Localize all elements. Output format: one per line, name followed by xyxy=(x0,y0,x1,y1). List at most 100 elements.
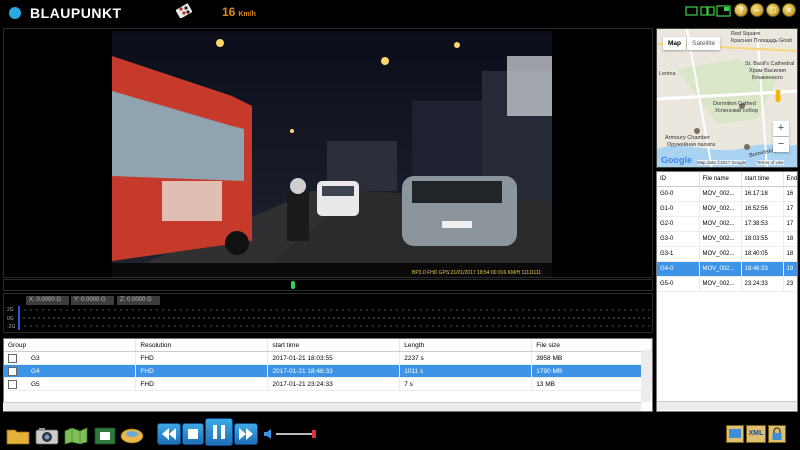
group-table-header: Group Resolution start time Length File … xyxy=(4,339,652,352)
close-button[interactable]: × xyxy=(782,3,796,17)
row-checkbox[interactable] xyxy=(8,366,17,376)
list-item[interactable]: G5-0 MOV_002... 23:24:33 23 xyxy=(657,276,797,292)
cell-length: 1011 s xyxy=(399,364,533,378)
gsensor-axis-top: 2G xyxy=(7,307,14,313)
row-checkbox[interactable] xyxy=(8,379,17,389)
gsensor-graph: X: 0.0000 G Y: 0.0000 G Z: 0.0000 G 2G 0… xyxy=(3,293,653,333)
lock-button[interactable] xyxy=(768,425,786,443)
list-item-selected[interactable]: G4-0 MOV_002... 18:46:33 19 xyxy=(657,261,797,277)
cell-end: 23 xyxy=(783,276,797,292)
cell-id: G1-0 xyxy=(657,201,700,217)
row-checkbox[interactable] xyxy=(8,353,17,363)
group-table-hscrollbar[interactable] xyxy=(3,402,641,411)
gsensor-plot xyxy=(18,306,650,330)
fast-forward-button[interactable] xyxy=(234,423,258,445)
gsensor-x-readout: X: 0.0000 G xyxy=(26,296,69,305)
open-folder-icon[interactable] xyxy=(6,425,30,445)
cell-group: G4 xyxy=(31,367,40,375)
gsensor-axis-bottom: -2G xyxy=(7,324,16,330)
col-file-name[interactable]: File name xyxy=(699,172,742,187)
volume-icon[interactable] xyxy=(263,428,273,440)
col-resolution[interactable]: Resolution xyxy=(135,339,269,352)
map-label-dormition: Dormition Cathed xyxy=(713,101,756,107)
pegman-icon[interactable] xyxy=(773,89,783,103)
cell-id: G4-0 xyxy=(657,261,700,277)
cell-start-time: 18:46:33 xyxy=(741,261,784,277)
video-player[interactable]: BP3.0 FHD GPS:21/01/2017 18:54:00 016 KM… xyxy=(3,28,653,278)
cell-start-time: 16:17:18 xyxy=(741,186,784,202)
cell-file-name: MOV_002... xyxy=(699,246,742,262)
stop-icon xyxy=(188,429,198,439)
seek-bar[interactable] xyxy=(3,279,653,291)
help-button[interactable]: ? xyxy=(734,3,748,17)
file-list: ID File name start time End G0-0 MOV_002.… xyxy=(656,171,798,412)
dual-view-icon[interactable] xyxy=(700,3,715,18)
col-group[interactable]: Group xyxy=(4,339,137,352)
col-length[interactable]: Length xyxy=(399,339,533,352)
map-tab-map[interactable]: Map xyxy=(663,37,686,50)
zoom-out-button[interactable]: − xyxy=(773,137,789,152)
map-label-dormition-ru: Успенский собор xyxy=(715,108,758,114)
export-icon[interactable] xyxy=(93,425,117,445)
list-item[interactable]: G2-0 MOV_002... 17:38:53 17 xyxy=(657,216,797,232)
pip-view-icon[interactable] xyxy=(716,3,731,18)
cell-id: G3-0 xyxy=(657,231,700,247)
fast-forward-icon xyxy=(239,428,253,440)
map-tab-satellite[interactable]: Satellite xyxy=(687,37,721,50)
file-list-hscrollbar[interactable] xyxy=(657,401,797,410)
map-label-armoury: Armoury Chamber xyxy=(665,135,710,141)
table-row[interactable]: G5 FHD 2017-01-21 23:24:33 7 s 13 MB xyxy=(4,377,652,391)
map-label-cathedral-ru2: Блаженного xyxy=(752,75,783,81)
group-table-vscrollbar[interactable] xyxy=(641,350,651,402)
list-item[interactable]: G1-0 MOV_002... 16:52:56 17 xyxy=(657,201,797,217)
single-view-icon[interactable] xyxy=(684,3,699,18)
brand-logo-icon xyxy=(9,7,21,19)
volume-handle[interactable] xyxy=(312,430,316,438)
cell-start-time: 2017-01-21 18:03:55 xyxy=(267,351,401,365)
settings-icon[interactable] xyxy=(120,425,144,445)
file-list-header: ID File name start time End xyxy=(657,172,797,187)
rewind-icon xyxy=(162,428,176,440)
seek-handle[interactable] xyxy=(291,281,295,289)
zoom-in-button[interactable]: + xyxy=(773,121,789,136)
cell-start-time: 2017-01-21 23:24:33 xyxy=(267,377,401,391)
cell-resolution: FHD xyxy=(135,377,269,391)
cell-start-time: 18:40:05 xyxy=(741,246,784,262)
gsensor-y-readout: Y: 0.0000 G xyxy=(71,296,114,305)
minimize-button[interactable]: – xyxy=(750,3,764,17)
snapshot-camera-icon[interactable] xyxy=(35,425,59,445)
col-file-size[interactable]: File size xyxy=(531,339,652,352)
table-row-selected[interactable]: G4 FHD 2017-01-21 18:46:33 1011 s 1790 M… xyxy=(4,364,652,378)
map-view-icon[interactable] xyxy=(64,425,88,445)
map-terms-link[interactable]: Terms of Use xyxy=(757,160,784,165)
cell-start-time: 16:52:56 xyxy=(741,201,784,217)
screen-capture-button[interactable] xyxy=(726,425,744,443)
pause-button[interactable] xyxy=(205,418,233,446)
col-start-time[interactable]: start time xyxy=(267,339,401,352)
table-row[interactable]: G3 FHD 2017-01-21 18:03:55 2237 s 3958 M… xyxy=(4,351,652,365)
rewind-button[interactable] xyxy=(157,423,181,445)
xml-export-button[interactable]: XML xyxy=(746,425,766,443)
map-label-cathedral: St. Basil's Cathedral xyxy=(745,61,795,67)
map-label-gosti: Gosti xyxy=(779,38,792,44)
gps-map[interactable]: Map Satellite Red Square Красная Площадь… xyxy=(656,28,798,168)
volume-slider[interactable] xyxy=(276,433,316,435)
stop-button[interactable] xyxy=(182,423,204,445)
cell-end: 19 xyxy=(783,261,797,277)
col-start-time[interactable]: start time xyxy=(741,172,784,187)
cell-end: 17 xyxy=(783,201,797,217)
maximize-button[interactable]: □ xyxy=(766,3,780,17)
cell-start-time: 18:03:55 xyxy=(741,231,784,247)
col-end[interactable]: End xyxy=(783,172,797,187)
cell-id: G5-0 xyxy=(657,276,700,292)
gsensor-axis-mid: 0G xyxy=(7,316,14,322)
list-item[interactable]: G3-1 MOV_002... 18:40:05 18 xyxy=(657,246,797,262)
col-id[interactable]: ID xyxy=(657,172,700,187)
list-item[interactable]: G0-0 MOV_002... 16:17:18 16 xyxy=(657,186,797,202)
cell-resolution: FHD xyxy=(135,364,269,378)
map-label-armoury-ru: Оружейная палата xyxy=(667,142,716,148)
list-item[interactable]: G3-0 MOV_002... 18:03:55 18 xyxy=(657,231,797,247)
screen-capture-icon xyxy=(729,429,741,438)
cell-resolution: FHD xyxy=(135,351,269,365)
cell-group: G3 xyxy=(31,354,40,362)
